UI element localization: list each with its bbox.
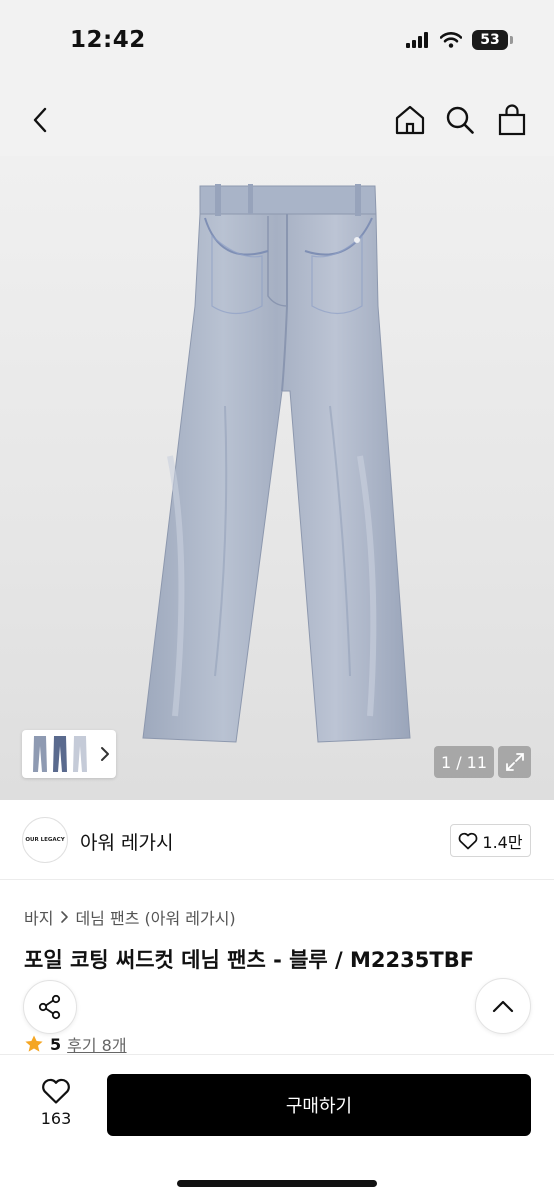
chevron-right-icon xyxy=(61,911,69,923)
nav-bar xyxy=(0,84,554,156)
wishlist-count: 163 xyxy=(40,1109,72,1128)
expand-button[interactable] xyxy=(498,746,531,778)
status-bar: 12:42 53 xyxy=(0,0,554,84)
brand-row: OUR LEGACY 아워 레가시 1.4만 xyxy=(0,800,554,880)
brand-logo[interactable]: OUR LEGACY xyxy=(22,817,68,863)
brand-name[interactable]: 아워 레가시 xyxy=(80,828,173,855)
cart-button[interactable] xyxy=(492,100,532,140)
back-icon xyxy=(33,107,47,133)
search-button[interactable] xyxy=(440,100,480,140)
product-title: 포일 코팅 써드컷 데님 팬츠 - 블루 / M2235TBF xyxy=(24,948,475,972)
signal-icon xyxy=(406,32,428,48)
breadcrumb-category[interactable]: 바지 xyxy=(24,905,53,929)
share-icon xyxy=(38,994,61,1020)
share-button[interactable] xyxy=(23,980,77,1034)
status-icons: 53 xyxy=(406,30,513,50)
page-counter: 1 / 11 xyxy=(434,746,494,778)
heart-icon xyxy=(459,832,478,849)
star-icon xyxy=(25,1035,43,1052)
product-image xyxy=(142,184,411,743)
breadcrumb-subcategory[interactable]: 데님 팬츠 (아워 레가시) xyxy=(75,905,235,929)
chevron-right-icon xyxy=(101,747,109,761)
wifi-icon xyxy=(440,32,462,48)
thumbnail-images xyxy=(33,736,87,772)
wishlist-button[interactable]: 163 xyxy=(26,1077,86,1137)
heart-icon xyxy=(42,1078,70,1104)
breadcrumb: 바지 데님 팬츠 (아워 레가시) xyxy=(24,905,236,929)
home-button[interactable] xyxy=(390,100,430,140)
thumbnail-strip[interactable] xyxy=(22,730,116,778)
brand-like-count: 1.4만 xyxy=(482,832,523,852)
brand-like-button[interactable]: 1.4만 xyxy=(450,824,531,857)
bottom-action-bar: 163 구매하기 xyxy=(0,1054,554,1200)
chevron-up-icon xyxy=(492,1000,514,1013)
bag-icon xyxy=(498,104,526,136)
search-icon xyxy=(446,106,474,134)
home-indicator xyxy=(177,1180,377,1187)
brand-logo-text: OUR LEGACY xyxy=(25,837,65,843)
product-image-gallery[interactable]: 1 / 11 xyxy=(0,156,554,800)
back-button[interactable] xyxy=(20,100,60,140)
review-link[interactable]: 후기 8개 xyxy=(67,1032,126,1056)
battery-icon: 53 xyxy=(472,30,513,50)
rating-value: 5 xyxy=(50,1034,62,1054)
status-time: 12:42 xyxy=(70,27,146,53)
buy-button[interactable]: 구매하기 xyxy=(107,1074,531,1136)
expand-icon xyxy=(505,753,524,771)
home-icon xyxy=(395,105,425,135)
rating-row: 5 후기 8개 xyxy=(24,1032,127,1056)
scroll-top-button[interactable] xyxy=(475,978,531,1034)
